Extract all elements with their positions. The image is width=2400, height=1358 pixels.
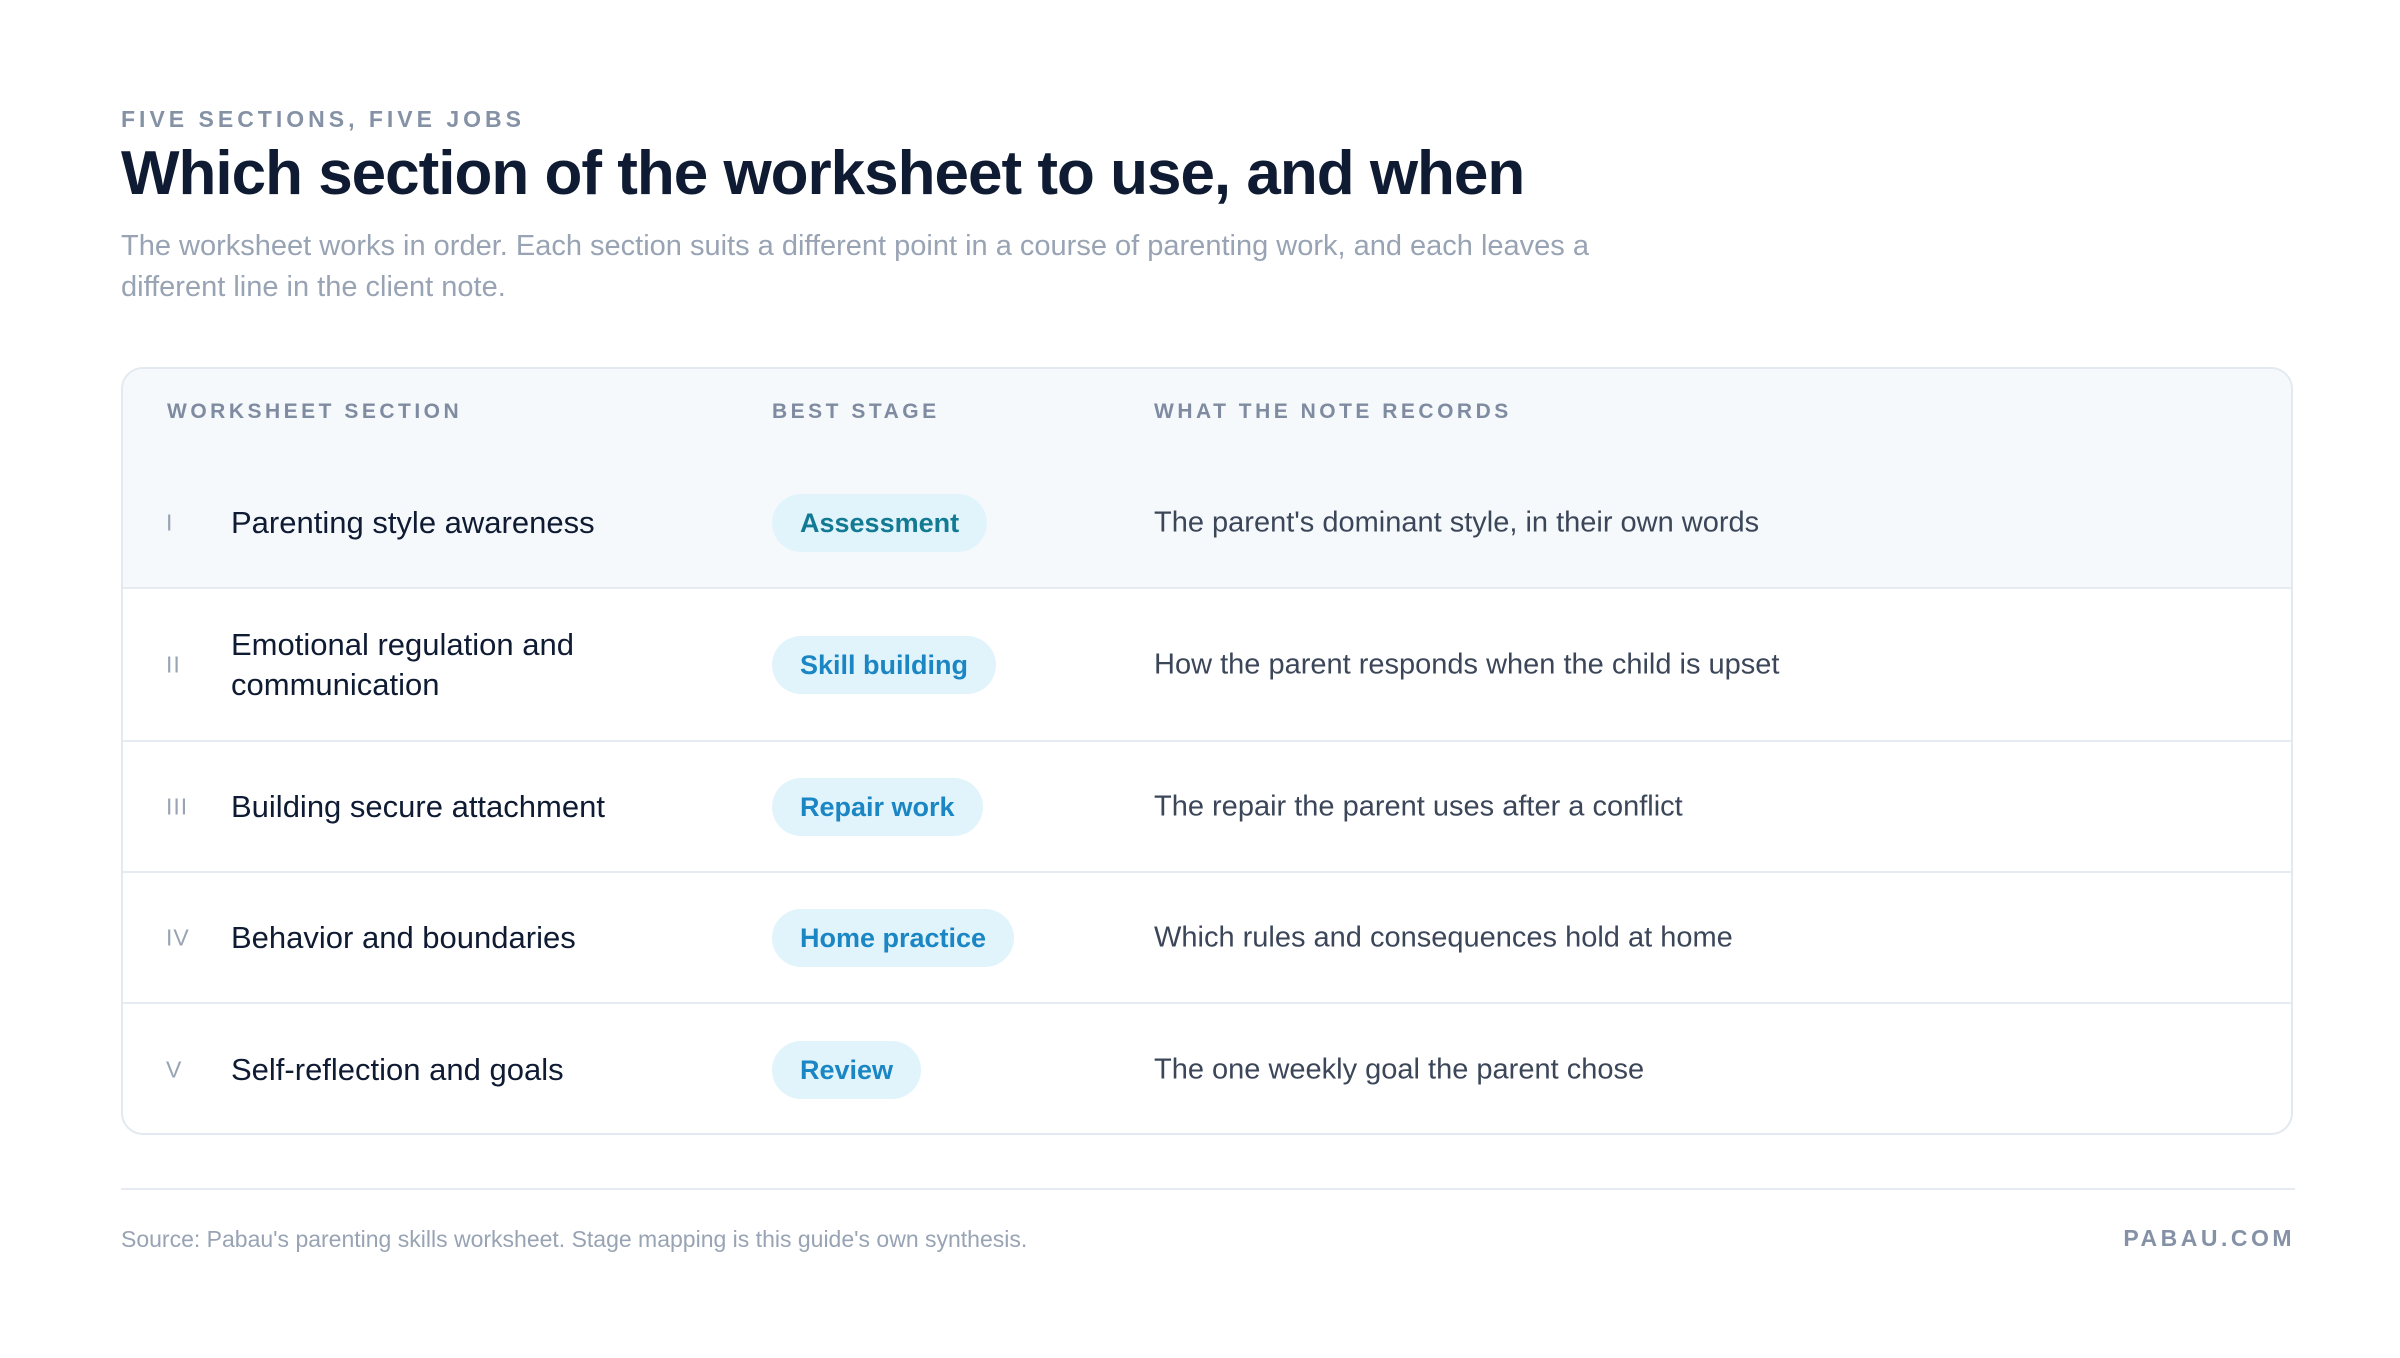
row-number: III [166, 793, 189, 819]
footer-divider [121, 1188, 2295, 1190]
section-name: Behavior and boundaries [231, 919, 576, 955]
table-row: I Parenting style awareness Assessment T… [123, 458, 2291, 589]
table-row: II Emotional regulation and communicatio… [123, 589, 2291, 742]
stage-badge: Assessment [772, 493, 988, 552]
column-header-note: WHAT THE NOTE RECORDS [1154, 400, 1512, 423]
worksheet-table: WORKSHEET SECTION BEST STAGE WHAT THE NO… [121, 367, 2293, 1135]
source-note: Source: Pabau's parenting skills workshe… [121, 1226, 1028, 1252]
page-subtitle: The worksheet works in order. Each secti… [121, 230, 1589, 303]
stage-badge: Skill building [772, 635, 996, 694]
stage-badge: Repair work [772, 777, 983, 836]
stage-badge: Review [772, 1040, 922, 1099]
row-number: IV [166, 924, 190, 950]
table-row: V Self-reflection and goals Review The o… [123, 1004, 2291, 1133]
note-text: How the parent responds when the child i… [1154, 648, 1780, 680]
section-name: Building secure attachment [231, 788, 605, 824]
stage-badge: Home practice [772, 908, 1015, 967]
column-header-section: WORKSHEET SECTION [167, 400, 463, 423]
note-text: The repair the parent uses after a confl… [1154, 790, 1683, 822]
row-number: II [166, 651, 181, 677]
table-row: III Building secure attachment Repair wo… [123, 742, 2291, 873]
column-header-stage: BEST STAGE [772, 400, 940, 423]
row-number: V [166, 1056, 183, 1082]
note-text: Which rules and consequences hold at hom… [1154, 921, 1733, 953]
table-header: WORKSHEET SECTION BEST STAGE WHAT THE NO… [123, 369, 2291, 460]
row-number: I [166, 509, 174, 535]
section-name: Self-reflection and goals [231, 1051, 564, 1087]
page-title: Which section of the worksheet to use, a… [121, 139, 1525, 208]
section-name: Emotional regulation and communication [231, 626, 574, 702]
section-name: Parenting style awareness [231, 504, 595, 540]
note-text: The one weekly goal the parent chose [1154, 1053, 1645, 1085]
table-row: IV Behavior and boundaries Home practice… [123, 873, 2291, 1004]
brand-link[interactable]: PABAU.COM [2123, 1225, 2295, 1252]
note-text: The parent's dominant style, in their ow… [1154, 506, 1760, 538]
eyebrow: FIVE SECTIONS, FIVE JOBS [121, 106, 526, 132]
